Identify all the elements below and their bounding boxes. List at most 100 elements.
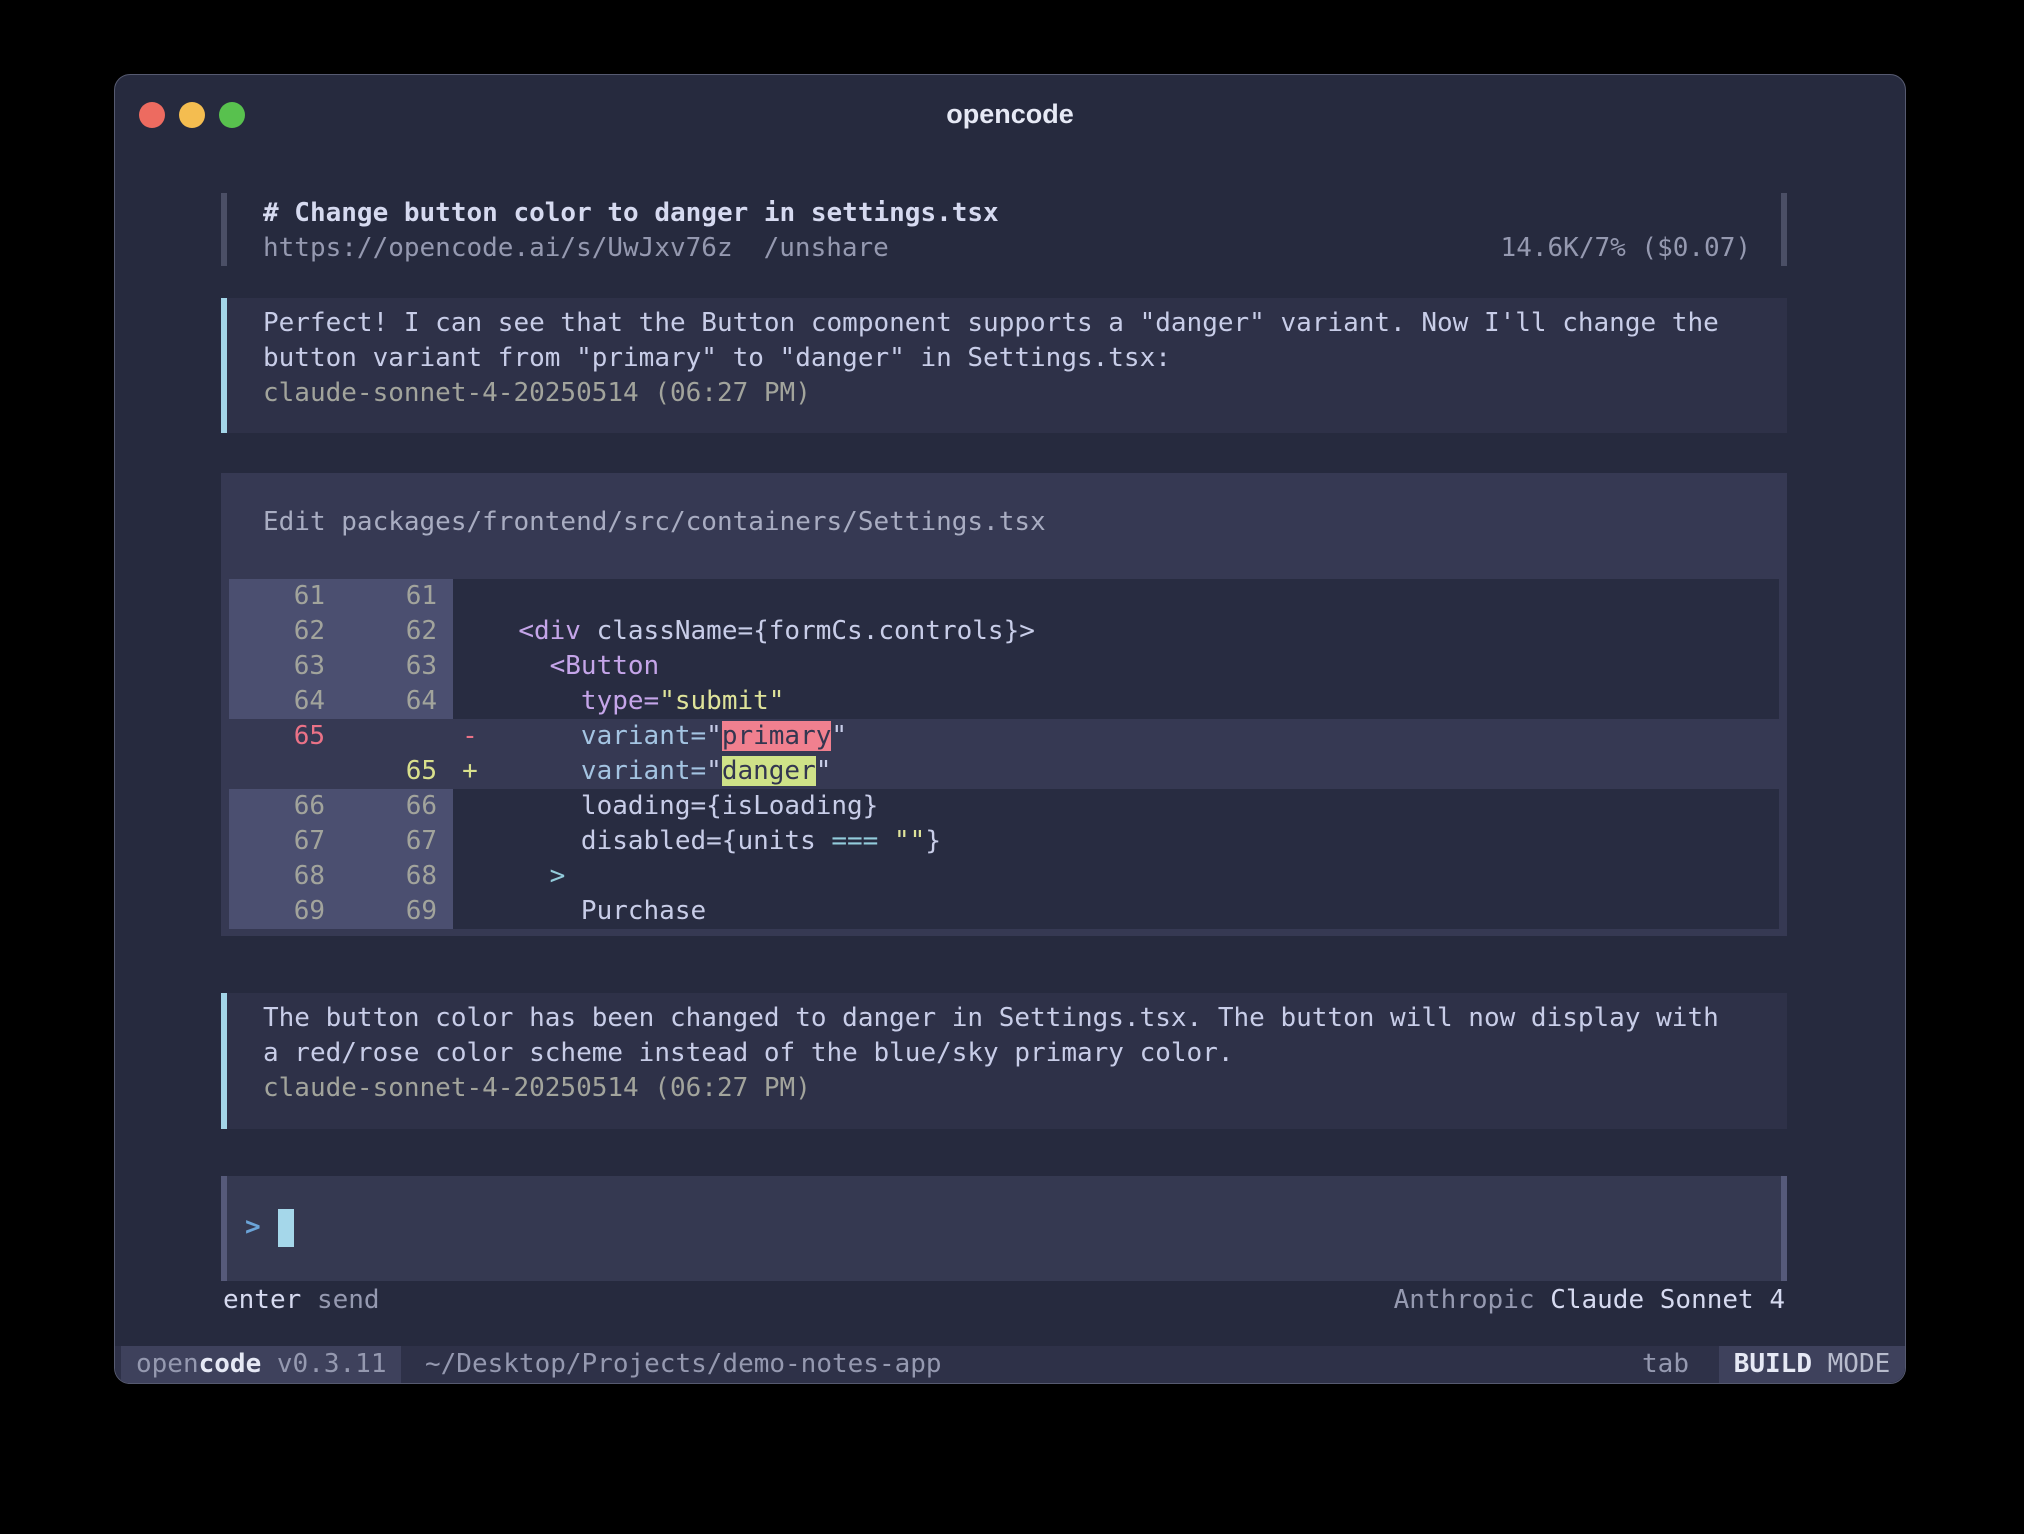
diff-marker [453, 789, 487, 824]
app-badge: opencode v0.3.11 [121, 1346, 401, 1383]
hint-enter-key: enter [223, 1285, 301, 1315]
message-accent-bar [221, 298, 227, 433]
line-number-new: 65 [341, 754, 453, 789]
prompt-input[interactable]: > [221, 1176, 1787, 1281]
line-number-old: 62 [229, 614, 341, 649]
code-token [487, 721, 581, 751]
line-number-old: 66 [229, 789, 341, 824]
message-text-line: Perfect! I can see that the Button compo… [263, 306, 1719, 341]
line-number-old: 64 [229, 684, 341, 719]
code-token: " [706, 721, 722, 751]
code-token: <div [518, 616, 581, 646]
diff-row: 6666 loading={isLoading} [229, 789, 1779, 824]
unshare-command[interactable]: /unshare [764, 233, 889, 263]
code-line: type="submit" [487, 684, 1779, 719]
code-token: > [550, 861, 566, 891]
line-number-new: 66 [341, 789, 453, 824]
code-line: Purchase [487, 894, 1779, 929]
diff-row: 6161 [229, 579, 1779, 614]
message-meta: claude-sonnet-4-20250514 (06:27 PM) [263, 376, 811, 411]
code-line: variant="primary" [487, 719, 1779, 754]
line-number-old: 65 [229, 719, 341, 754]
diff-row: 65+ variant="danger" [229, 754, 1779, 789]
diff-marker: - [453, 719, 487, 754]
code-token: " [816, 756, 832, 786]
diff-marker [453, 824, 487, 859]
mode-badge: BUILD MODE [1719, 1346, 1905, 1383]
keybind-hint: enter send [223, 1283, 380, 1318]
code-token: "" [894, 826, 925, 856]
code-token [487, 756, 581, 786]
header-left-bar [221, 193, 227, 266]
header-right-bar [1781, 193, 1787, 266]
diff-marker [453, 684, 487, 719]
line-number-old: 67 [229, 824, 341, 859]
code-line: variant="danger" [487, 754, 1779, 789]
diff-rows: 6161 6262 <div className={formCs.control… [229, 579, 1779, 929]
line-number-new: 68 [341, 859, 453, 894]
code-token: === [831, 826, 878, 856]
app-name-suffix: code [199, 1349, 262, 1379]
code-line: loading={isLoading} [487, 789, 1779, 824]
code-token [487, 686, 581, 716]
code-token [878, 826, 894, 856]
mode-suffix: MODE [1828, 1349, 1891, 1379]
code-token: variant= [581, 756, 706, 786]
hint-enter-action: send [317, 1285, 380, 1315]
diff-row: 6262 <div className={formCs.controls}> [229, 614, 1779, 649]
app-name-prefix: open [136, 1349, 199, 1379]
line-number-new: 64 [341, 684, 453, 719]
diff-row: 65 - variant="primary" [229, 719, 1779, 754]
opencode-window: opencode # Change button color to danger… [114, 74, 1906, 1384]
session-share-url[interactable]: https://opencode.ai/s/UwJxv76z [263, 233, 733, 263]
window-title: opencode [115, 99, 1905, 130]
code-token: disabled={units [487, 826, 831, 856]
session-url-line: https://opencode.ai/s/UwJxv76z/unshare [263, 231, 889, 266]
message-text-line: a red/rose color scheme instead of the b… [263, 1036, 1234, 1071]
code-token [487, 616, 518, 646]
code-token [487, 651, 550, 681]
text-cursor [278, 1209, 294, 1247]
diff-row: 6363 <Button [229, 649, 1779, 684]
session-title: # Change button color to danger in setti… [263, 196, 999, 231]
code-line: disabled={units === ""} [487, 824, 1779, 859]
diff-marker [453, 579, 487, 614]
code-token: Purchase [487, 896, 706, 926]
code-token: type= [581, 686, 659, 716]
line-number-old: 69 [229, 894, 341, 929]
token-usage: 14.6K/7% ($0.07) [1501, 231, 1751, 266]
model-label: Claude Sonnet 4 [1550, 1285, 1785, 1315]
diff-marker [453, 859, 487, 894]
project-path: ~/Desktop/Projects/demo-notes-app [425, 1346, 942, 1383]
code-token: "submit" [659, 686, 784, 716]
message-accent-bar [221, 993, 227, 1129]
line-number-new: 67 [341, 824, 453, 859]
prompt-caret: > [245, 1210, 261, 1245]
provider-label: Anthropic [1394, 1285, 1535, 1315]
code-token: primary [722, 721, 832, 751]
model-indicator: Anthropic Claude Sonnet 4 [1394, 1283, 1785, 1318]
code-line: <Button [487, 649, 1779, 684]
code-line: <div className={formCs.controls}> [487, 614, 1779, 649]
app-version: v0.3.11 [277, 1349, 387, 1379]
code-token: " [706, 756, 722, 786]
line-number-new: 61 [341, 579, 453, 614]
message-text-line: button variant from "primary" to "danger… [263, 341, 1171, 376]
diff-marker [453, 649, 487, 684]
diff-marker [453, 894, 487, 929]
diff-marker: + [453, 754, 487, 789]
assistant-message: The button color has been changed to dan… [221, 993, 1787, 1129]
mode-name: BUILD [1734, 1349, 1812, 1379]
line-number-new [341, 719, 453, 754]
line-number-new: 69 [341, 894, 453, 929]
line-number-old [229, 754, 341, 789]
code-token [487, 861, 550, 891]
line-number-new: 63 [341, 649, 453, 684]
line-number-old: 63 [229, 649, 341, 684]
assistant-message: Perfect! I can see that the Button compo… [221, 298, 1787, 433]
message-meta: claude-sonnet-4-20250514 (06:27 PM) [263, 1071, 811, 1106]
code-token: className={formCs.controls}> [581, 616, 1035, 646]
desktop: { "window": { "title": "opencode" }, "he… [0, 0, 2024, 1534]
message-text-line: The button color has been changed to dan… [263, 1001, 1719, 1036]
input-left-bar [221, 1176, 227, 1281]
